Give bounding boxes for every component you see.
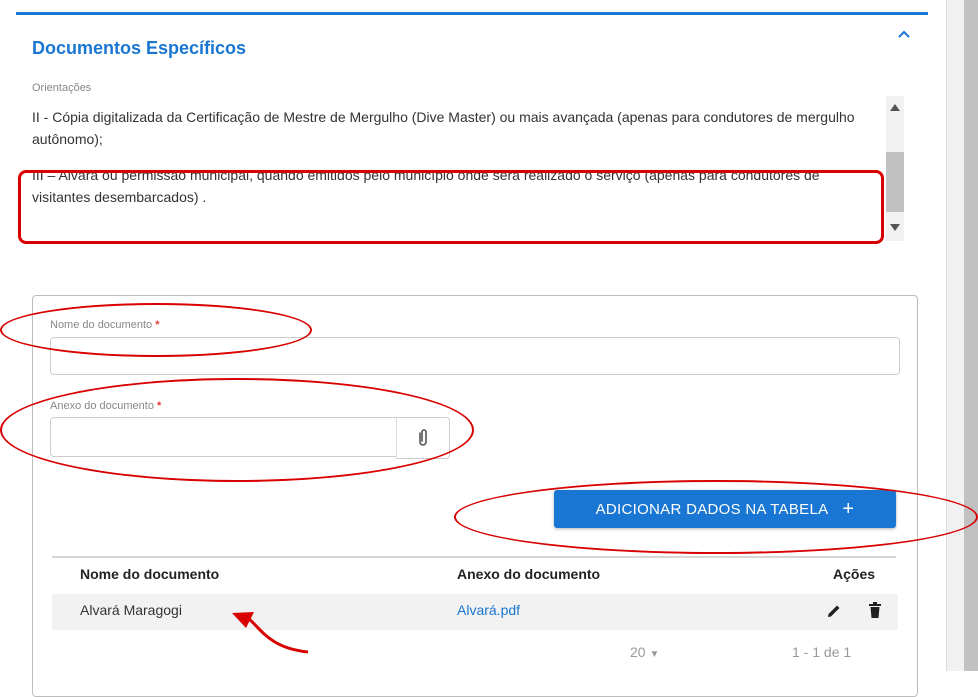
annotation-arrow (232, 612, 309, 654)
